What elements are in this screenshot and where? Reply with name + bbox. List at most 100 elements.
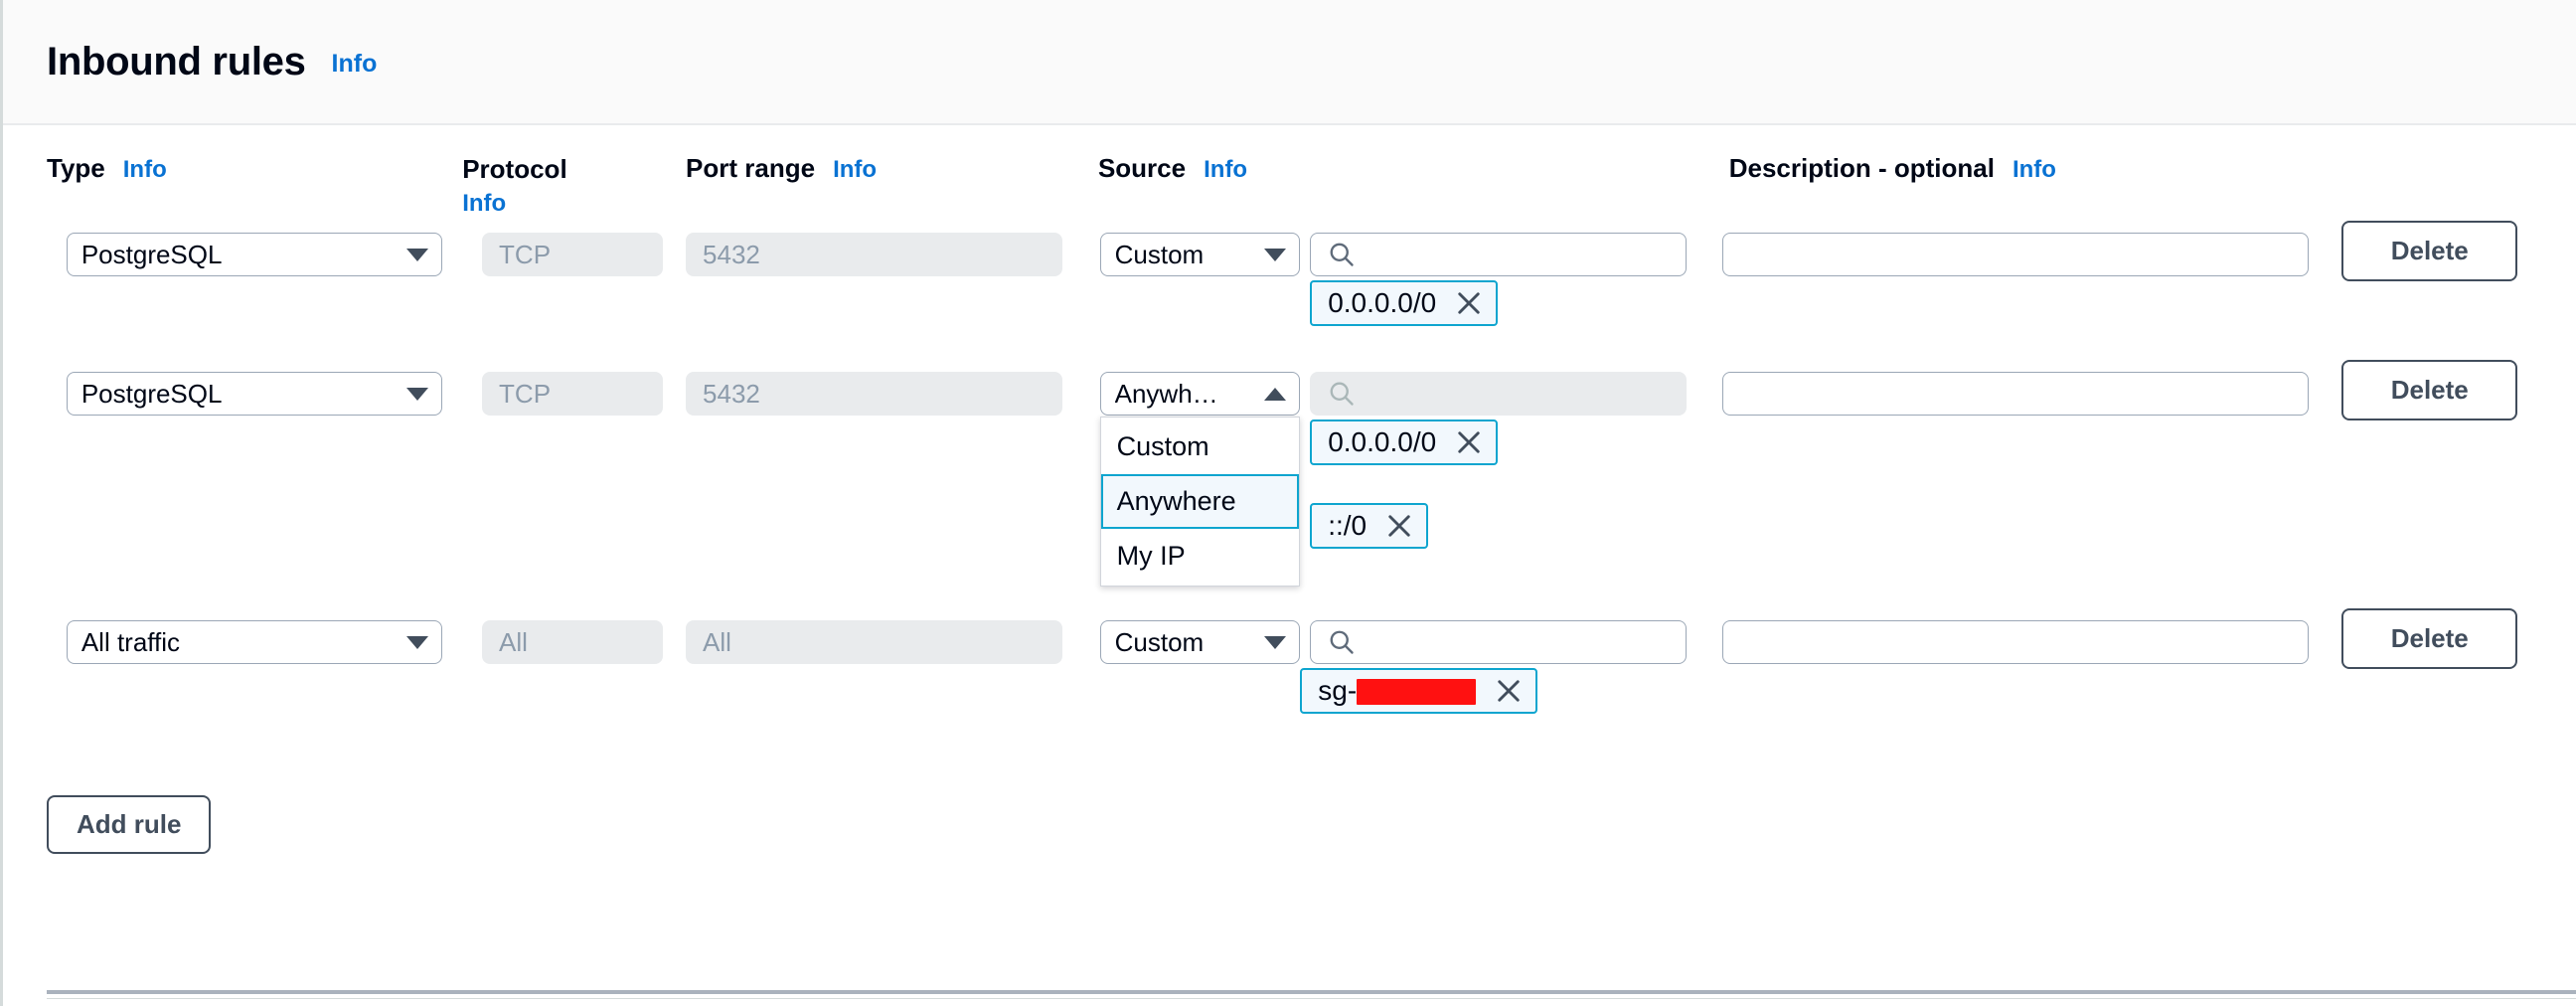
rule-2-source-type-cell: Custom bbox=[1099, 620, 1301, 664]
rules-list: PostgreSQL TCP 5432 Custom 0.0.0.0/0 Delete Po… bbox=[47, 221, 2576, 769]
rule-2-type-value: All traffic bbox=[80, 626, 181, 657]
rule-1-source-option-anywhere[interactable]: Anywhere bbox=[1100, 474, 1300, 529]
rule-1-type-select[interactable]: PostgreSQL bbox=[66, 372, 443, 416]
rule-1-port-range-field: 5432 bbox=[686, 372, 1062, 416]
rule-0-source-input-cell bbox=[1310, 233, 1687, 276]
rule-2-protocol-value: All bbox=[499, 626, 528, 657]
rule-0-source-type-value: Custom bbox=[1114, 239, 1205, 269]
rule-1-source-type-cell: Anywh… Custom Anywhere My IP bbox=[1099, 372, 1301, 587]
add-rule-button[interactable]: Add rule bbox=[47, 795, 212, 854]
rule-2-type-select[interactable]: All traffic bbox=[66, 620, 443, 664]
rule-2-port-range-field: All bbox=[686, 620, 1062, 664]
rule-1-source-search-input bbox=[1310, 372, 1687, 416]
rule-2-port-range-cell: All bbox=[686, 620, 1062, 664]
rule-0-source-type-cell: Custom bbox=[1099, 233, 1301, 276]
search-icon bbox=[1327, 379, 1357, 409]
rule-2-description-cell bbox=[1722, 620, 2310, 664]
column-header-description-label: Description - optional bbox=[1728, 153, 1995, 183]
rule-2-protocol-field: All bbox=[482, 620, 663, 664]
rule-0-protocol-value: TCP bbox=[499, 239, 552, 269]
rule-2-chip-0-cell: sg- bbox=[1300, 668, 1692, 714]
chevron-down-icon bbox=[406, 635, 429, 649]
source-token-chip[interactable]: 0.0.0.0/0 bbox=[1310, 419, 1499, 465]
rule-2-delete-cell: Delete bbox=[2341, 608, 2518, 670]
rule-2-port-range-value: All bbox=[703, 626, 731, 657]
column-header-port-range: Port range Info bbox=[686, 153, 877, 184]
add-rule-container: Add rule bbox=[47, 795, 2576, 854]
rule-1-port-range-value: 5432 bbox=[703, 378, 760, 409]
delete-rule-button[interactable]: Delete bbox=[2341, 221, 2518, 282]
column-headers: Type Info Protocol Info Port range Info So… bbox=[47, 153, 2576, 233]
rule-1-type-value: PostgreSQL bbox=[80, 378, 223, 409]
column-header-type-label: Type bbox=[47, 153, 105, 183]
page-title: Inbound rules bbox=[47, 39, 306, 84]
rule-2-chip-0-label: sg- bbox=[1318, 675, 1358, 706]
rule-2-type-cell: All traffic bbox=[66, 620, 443, 664]
rule-2-protocol-cell: All bbox=[482, 620, 663, 664]
search-icon bbox=[1327, 627, 1357, 657]
close-icon[interactable] bbox=[1454, 427, 1484, 457]
type-info-link[interactable]: Info bbox=[123, 156, 167, 183]
rule-1-protocol-value: TCP bbox=[499, 378, 552, 409]
rule-1-source-option-my-ip[interactable]: My IP bbox=[1101, 529, 1300, 584]
column-header-type: Type Info bbox=[47, 153, 167, 184]
rule-0-source-search-input[interactable] bbox=[1310, 233, 1687, 276]
rules-area: Type Info Protocol Info Port range Info So… bbox=[3, 153, 2576, 854]
chevron-down-icon bbox=[406, 387, 429, 401]
table-row: All traffic All All Custom sg- Delete bbox=[47, 608, 2576, 769]
rule-0-protocol-cell: TCP bbox=[482, 233, 663, 276]
panel-bottom-divider bbox=[47, 990, 2576, 999]
protocol-info-link[interactable]: Info bbox=[462, 189, 506, 219]
column-header-source: Source Info bbox=[1098, 153, 1247, 184]
rule-1-source-option-custom[interactable]: Custom bbox=[1101, 419, 1300, 474]
rule-1-delete-cell: Delete bbox=[2341, 360, 2518, 421]
rule-0-description-input[interactable] bbox=[1722, 233, 2310, 276]
rule-2-description-input[interactable] bbox=[1722, 620, 2310, 664]
rule-0-type-select[interactable]: PostgreSQL bbox=[66, 233, 443, 276]
rule-2-source-type-select[interactable]: Custom bbox=[1099, 620, 1301, 664]
rule-1-source-type-value: Anywh… bbox=[1114, 378, 1218, 409]
rule-1-port-range-cell: 5432 bbox=[686, 372, 1062, 416]
rule-1-protocol-cell: TCP bbox=[482, 372, 663, 416]
chevron-up-icon bbox=[1264, 387, 1287, 401]
rule-0-source-type-select[interactable]: Custom bbox=[1099, 233, 1301, 276]
search-icon bbox=[1327, 240, 1357, 269]
source-token-chip[interactable]: 0.0.0.0/0 bbox=[1310, 280, 1499, 326]
rule-1-chip-0-cell: 0.0.0.0/0 bbox=[1310, 419, 1620, 465]
rule-0-description-cell bbox=[1722, 233, 2310, 276]
close-icon[interactable] bbox=[1494, 676, 1524, 706]
delete-rule-button[interactable]: Delete bbox=[2341, 608, 2518, 670]
rule-1-source-type-select[interactable]: Anywh… bbox=[1099, 372, 1301, 416]
rule-1-description-input[interactable] bbox=[1722, 372, 2310, 416]
redacted-value bbox=[1357, 679, 1477, 705]
table-row: PostgreSQL TCP 5432 Anywh… Custom Anywhere My … bbox=[47, 360, 2576, 620]
rule-0-type-cell: PostgreSQL bbox=[66, 233, 443, 276]
source-token-chip[interactable]: sg- bbox=[1300, 668, 1538, 714]
panel-info-link[interactable]: Info bbox=[332, 50, 378, 79]
source-token-chip[interactable]: ::/0 bbox=[1310, 503, 1429, 549]
rule-0-port-range-field: 5432 bbox=[686, 233, 1062, 276]
column-header-protocol: Protocol Info bbox=[462, 153, 591, 219]
rule-1-source-type-dropdown: Custom Anywhere My IP bbox=[1099, 417, 1301, 587]
column-header-description: Description - optional Info bbox=[1729, 153, 2056, 184]
rule-0-chip-0-cell: 0.0.0.0/0 bbox=[1310, 280, 1620, 326]
chevron-down-icon bbox=[406, 248, 429, 261]
close-icon[interactable] bbox=[1384, 511, 1414, 541]
inbound-rules-panel: Inbound rules Info Type Info Protocol Inf… bbox=[0, 0, 2576, 1006]
rule-1-source-input-cell bbox=[1310, 372, 1687, 416]
close-icon[interactable] bbox=[1454, 288, 1484, 318]
port-range-info-link[interactable]: Info bbox=[833, 156, 877, 183]
rule-0-delete-cell: Delete bbox=[2341, 221, 2518, 282]
rule-2-source-input-cell bbox=[1310, 620, 1687, 664]
panel-header: Inbound rules Info bbox=[3, 0, 2576, 125]
rule-0-port-range-cell: 5432 bbox=[686, 233, 1062, 276]
source-info-link[interactable]: Info bbox=[1204, 156, 1247, 183]
rule-2-source-search-input[interactable] bbox=[1310, 620, 1687, 664]
rule-1-type-cell: PostgreSQL bbox=[66, 372, 443, 416]
rule-1-protocol-field: TCP bbox=[482, 372, 663, 416]
description-info-link[interactable]: Info bbox=[2012, 156, 2056, 183]
delete-rule-button[interactable]: Delete bbox=[2341, 360, 2518, 421]
rule-1-chip-1-cell: ::/0 bbox=[1310, 503, 1506, 549]
rule-1-chip-1-label: ::/0 bbox=[1328, 510, 1368, 541]
rule-0-chip-0-label: 0.0.0.0/0 bbox=[1328, 287, 1437, 318]
